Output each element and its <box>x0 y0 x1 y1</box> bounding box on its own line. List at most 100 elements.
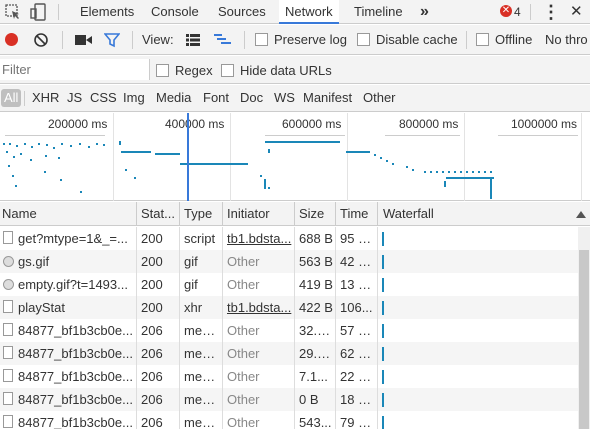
table-row[interactable]: get?mtype=1&_=... 200 script tb1.bdsta... 68… <box>0 227 578 250</box>
preserve-log-checkbox[interactable] <box>255 33 268 46</box>
waterfall-bar[interactable] <box>382 232 384 246</box>
cell-divider <box>179 411 180 429</box>
table-row[interactable]: empty.gif?t=1493... 200 gif Other 419 B 13 m.… <box>0 273 578 296</box>
cell-name[interactable]: 84877_bf1b3cb0e... <box>18 319 134 342</box>
table-row[interactable]: 84877_bf1b3cb0e... 206 med... Other 0 B 18 m.… <box>0 388 578 411</box>
cell-initiator[interactable]: tb1.bdsta... <box>227 296 293 319</box>
overview-request-mark <box>38 143 40 145</box>
column-divider[interactable] <box>222 202 223 226</box>
cell-name[interactable]: 84877_bf1b3cb0e... <box>18 342 134 365</box>
waterfall-bar[interactable] <box>382 347 384 361</box>
cell-initiator: Other <box>227 415 260 429</box>
cell-divider <box>377 227 378 250</box>
sort-ascending-icon[interactable] <box>576 211 586 218</box>
cell-time: 18 m... <box>340 392 376 407</box>
waterfall-overview-icon[interactable] <box>214 34 232 46</box>
tab-sources[interactable]: Sources <box>218 0 266 24</box>
type-filter-css[interactable]: CSS <box>90 89 117 107</box>
hide-data-urls-checkbox[interactable] <box>221 64 234 77</box>
cell-name[interactable]: 84877_bf1b3cb0e... <box>18 411 134 429</box>
cell-name[interactable]: gs.gif <box>18 250 134 273</box>
cell-divider <box>294 250 295 273</box>
table-row[interactable]: gs.gif 200 gif Other 563 B 42 m... <box>0 250 578 273</box>
column-divider[interactable] <box>294 202 295 226</box>
table-row[interactable]: 84877_bf1b3cb0e... 206 med... Other 7.1... 22… <box>0 365 578 388</box>
cell-name[interactable]: get?mtype=1&_=... <box>18 227 134 250</box>
column-header-waterfall[interactable]: Waterfall <box>383 202 434 226</box>
device-mode-icon[interactable] <box>30 3 46 21</box>
column-header-name[interactable]: Name <box>2 202 37 226</box>
overview-request-mark <box>265 141 340 143</box>
cell-divider <box>136 296 137 319</box>
waterfall-bar[interactable] <box>382 416 384 429</box>
cell-divider <box>136 250 137 273</box>
cell-status: 206 <box>141 369 163 384</box>
column-header-type[interactable]: Type <box>184 202 212 226</box>
cell-time: 62 m... <box>340 346 376 361</box>
overview-request-mark <box>446 177 494 179</box>
inspect-element-icon[interactable] <box>5 4 21 20</box>
throttling-select[interactable]: No thro <box>545 32 588 48</box>
waterfall-bar[interactable] <box>382 370 384 384</box>
waterfall-bar[interactable] <box>382 255 384 269</box>
type-filter-img[interactable]: Img <box>123 89 145 107</box>
screenshot-camera-icon[interactable] <box>75 34 93 46</box>
waterfall-bar[interactable] <box>382 278 384 292</box>
cell-divider <box>222 365 223 388</box>
type-filter-all[interactable]: All <box>1 89 22 107</box>
overview-request-mark <box>20 153 22 155</box>
cell-divider <box>377 388 378 411</box>
error-icon[interactable]: ✕ <box>500 5 512 17</box>
type-filter-other[interactable]: Other <box>363 89 396 107</box>
type-filter-manifest[interactable]: Manifest <box>303 89 352 107</box>
column-divider[interactable] <box>179 202 180 226</box>
more-tabs-button[interactable]: » <box>420 0 429 24</box>
tab-timeline[interactable]: Timeline <box>354 0 403 24</box>
table-row[interactable]: 84877_bf1b3cb0e... 206 med... Other 543... 79… <box>0 411 578 429</box>
type-filter-ws[interactable]: WS <box>274 89 295 107</box>
file-icon <box>3 346 13 359</box>
waterfall-bar[interactable] <box>382 301 384 315</box>
filter-input[interactable] <box>0 59 150 80</box>
network-toolbar: View: Preserve log Disable cache Offline… <box>0 25 590 55</box>
cell-name[interactable]: 84877_bf1b3cb0e... <box>18 365 134 388</box>
table-row[interactable]: 84877_bf1b3cb0e... 206 med... Other 29.0... 6… <box>0 342 578 365</box>
type-filter-xhr[interactable]: XHR <box>32 89 59 107</box>
disable-cache-checkbox[interactable] <box>357 33 370 46</box>
overview-request-mark <box>79 143 81 145</box>
clear-icon[interactable] <box>33 32 49 48</box>
tab-network[interactable]: Network <box>279 0 339 24</box>
overview-time-marker[interactable] <box>187 113 189 201</box>
cell-initiator[interactable]: tb1.bdsta... <box>227 227 293 250</box>
column-header-time[interactable]: Time <box>340 202 368 226</box>
type-filter-font[interactable]: Font <box>203 89 229 107</box>
column-divider[interactable] <box>377 202 378 226</box>
table-row[interactable]: playStat 200 xhr tb1.bdsta... 422 B 106... <box>0 296 578 319</box>
cell-name[interactable]: empty.gif?t=1493... <box>18 273 134 296</box>
requests-scrollbar-thumb[interactable] <box>579 250 589 429</box>
cell-type: med... <box>184 415 220 429</box>
waterfall-bar[interactable] <box>382 324 384 338</box>
close-devtools-icon[interactable]: ✕ <box>570 0 583 24</box>
column-divider[interactable] <box>136 202 137 226</box>
customize-menu-icon[interactable]: ⋮ <box>542 0 560 24</box>
tab-elements[interactable]: Elements <box>80 0 134 24</box>
column-header-initiator[interactable]: Initiator <box>227 202 270 226</box>
regex-checkbox[interactable] <box>156 64 169 77</box>
waterfall-bar[interactable] <box>382 393 384 407</box>
column-header-status[interactable]: Stat... <box>141 202 175 226</box>
cell-name[interactable]: playStat <box>18 296 134 319</box>
column-divider[interactable] <box>335 202 336 226</box>
network-overview-timeline[interactable]: 200000 ms 400000 ms 600000 ms 800000 ms … <box>0 113 590 201</box>
type-filter-media[interactable]: Media <box>156 89 191 107</box>
record-icon[interactable] <box>5 33 18 46</box>
large-rows-view-icon[interactable] <box>186 34 200 46</box>
cell-name[interactable]: 84877_bf1b3cb0e... <box>18 388 134 411</box>
offline-checkbox[interactable] <box>476 33 489 46</box>
filter-funnel-icon[interactable] <box>103 32 121 48</box>
type-filter-doc[interactable]: Doc <box>240 89 263 107</box>
table-row[interactable]: 84877_bf1b3cb0e... 206 med... Other 32.9... 5… <box>0 319 578 342</box>
column-header-size[interactable]: Size <box>299 202 324 226</box>
tab-console[interactable]: Console <box>151 0 199 24</box>
type-filter-js[interactable]: JS <box>67 89 82 107</box>
